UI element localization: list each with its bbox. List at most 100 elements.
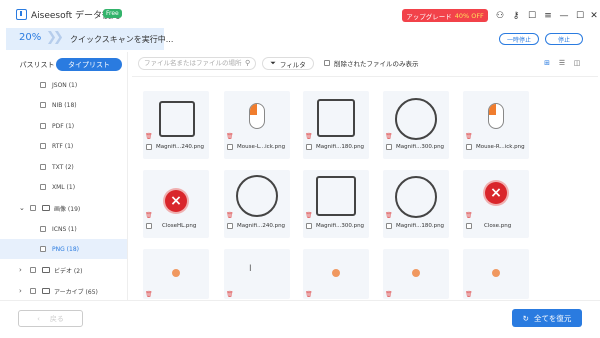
grid-view-icon[interactable]: ⊞	[543, 59, 551, 67]
checkbox[interactable]	[40, 82, 46, 88]
tree-item-xml[interactable]: XML (1)	[0, 177, 127, 197]
checkbox[interactable]	[386, 223, 392, 229]
file-name[interactable]: Magnifi...180.png	[386, 223, 444, 229]
trash-icon: 🗑	[226, 291, 234, 298]
tree-item-label: PDF (1)	[52, 122, 75, 130]
pause-button[interactable]: 一時停止	[499, 33, 539, 45]
tree-item-rtf[interactable]: RTF (1)	[0, 136, 127, 156]
detail-view-icon[interactable]: ◫	[573, 59, 581, 67]
trash-icon: 🗑	[305, 291, 313, 298]
checkbox[interactable]	[227, 223, 233, 229]
file-name[interactable]: Magnifi...180.png	[306, 144, 364, 150]
tree-item-png[interactable]: PNG (18)	[0, 239, 127, 259]
tab-path-list-label: パスリスト	[19, 60, 55, 69]
tab-path-list[interactable]: パスリスト	[14, 58, 60, 71]
close-x-thumbnail-icon: ×	[485, 182, 507, 204]
checkbox[interactable]	[227, 144, 233, 150]
checkbox[interactable]	[30, 205, 36, 211]
chevron-right-icon[interactable]: ›	[19, 266, 22, 274]
checkbox[interactable]	[324, 60, 330, 66]
file-name-text: Magnifi...180.png	[316, 144, 365, 150]
file-name[interactable]: Mouse-R...ick.png	[466, 144, 525, 150]
square-thumbnail-icon	[316, 176, 356, 216]
arrow-left-icon: ‹	[37, 314, 40, 323]
tree-item-label: ビデオ (2)	[54, 267, 83, 275]
video-folder-icon	[42, 267, 50, 273]
checkbox[interactable]	[386, 144, 392, 150]
upgrade-discount: 40% OFF	[454, 11, 484, 20]
deleted-only-toggle[interactable]: 削除されたファイルのみ表示	[324, 58, 419, 68]
checkbox[interactable]	[40, 102, 46, 108]
checkbox[interactable]	[40, 143, 46, 149]
circle-thumbnail-icon	[395, 98, 437, 140]
back-label: 戻る	[49, 314, 64, 323]
search-icon[interactable]: ⚲	[245, 59, 250, 67]
tree-item-json[interactable]: JSON (1)	[0, 75, 127, 95]
tree-item-txt[interactable]: TXT (2)	[0, 157, 127, 177]
trash-icon: 🗑	[465, 291, 473, 298]
file-name[interactable]: Close.png	[466, 223, 511, 229]
tree-item-label: PNG (18)	[52, 245, 79, 253]
checkbox[interactable]	[40, 246, 46, 252]
filter-button[interactable]: ⏷ フィルタ	[262, 57, 314, 70]
scan-percent: 20%	[19, 32, 42, 43]
maximize-icon[interactable]: ☐	[575, 11, 585, 21]
mouse-right-click-thumbnail-icon	[488, 103, 504, 129]
checkbox[interactable]	[40, 164, 46, 170]
trash-icon: 🗑	[385, 291, 393, 298]
tree-item-label: NIB (18)	[52, 101, 77, 109]
trash-icon: 🗑	[305, 133, 313, 140]
tree-item-images[interactable]: ⌄ 画像 (19)	[0, 198, 127, 218]
file-name[interactable]: Magnifi...300.png	[306, 223, 364, 229]
checkbox[interactable]	[466, 144, 472, 150]
tree-item-nib[interactable]: NIB (18)	[0, 95, 127, 115]
trash-icon: 🗑	[305, 212, 313, 219]
chevron-right-icon: ❯	[53, 30, 64, 45]
key-icon[interactable]: ⚷	[511, 11, 521, 21]
file-name[interactable]: Magnifi...240.png	[146, 144, 204, 150]
file-name[interactable]: Magnifi...240.png	[227, 223, 285, 229]
checkbox[interactable]	[30, 267, 36, 273]
back-button[interactable]: ‹ 戻る	[18, 310, 83, 327]
file-name[interactable]: Mouse-L...ick.png	[227, 144, 285, 150]
close-icon[interactable]: ✕	[589, 11, 599, 21]
checkbox[interactable]	[146, 223, 152, 229]
tab-type-list[interactable]: タイプリスト	[56, 58, 122, 71]
file-name-text: Close.png	[484, 223, 512, 229]
checkbox[interactable]	[40, 226, 46, 232]
minimize-icon[interactable]: —	[559, 11, 569, 21]
search-input[interactable]: ファイル名またはファイルの場所	[138, 57, 256, 70]
checkbox[interactable]	[40, 184, 46, 190]
checkbox[interactable]	[30, 288, 36, 294]
menu-icon[interactable]: ≡	[543, 11, 553, 21]
checkbox[interactable]	[306, 223, 312, 229]
tree-item-video[interactable]: › ビデオ (2)	[0, 260, 127, 280]
file-name[interactable]: CloseHL.png	[146, 223, 196, 229]
list-view-icon[interactable]: ☰	[558, 59, 566, 67]
tree-item-archive[interactable]: › アーカイブ (65)	[0, 281, 127, 301]
cart-icon[interactable]: ⚇	[495, 11, 505, 21]
checkbox[interactable]	[466, 223, 472, 229]
tab-type-list-label: タイプリスト	[68, 60, 110, 69]
image-thumbnail-icon	[172, 269, 180, 277]
checkbox[interactable]	[40, 123, 46, 129]
chevron-right-icon[interactable]: ›	[19, 287, 22, 295]
checkbox[interactable]	[146, 144, 152, 150]
chat-icon[interactable]: ☐	[527, 11, 537, 21]
upgrade-button[interactable]: アップグレード 40% OFF	[402, 9, 488, 22]
image-folder-icon	[42, 205, 50, 211]
tree-item-pdf[interactable]: PDF (1)	[0, 116, 127, 136]
upgrade-label: アップグレード	[406, 12, 452, 21]
checkbox[interactable]	[306, 144, 312, 150]
tree-item-label: 画像 (19)	[54, 205, 81, 213]
trash-icon: 🗑	[145, 133, 153, 140]
trash-icon: 🗑	[226, 133, 234, 140]
title-bar: Aiseesoft データ復元 Free アップグレード 40% OFF ⚇ ⚷…	[0, 0, 600, 28]
tree-item-icns[interactable]: ICNS (1)	[0, 219, 127, 239]
recover-all-button[interactable]: ↻ 全てを復元	[512, 309, 582, 327]
tree-item-label: RTF (1)	[52, 142, 74, 150]
file-name[interactable]: Magnifi...300.png	[386, 144, 444, 150]
stop-button[interactable]: 停止	[545, 33, 583, 45]
chevron-down-icon[interactable]: ⌄	[19, 204, 25, 212]
file-name-text: Mouse-L...ick.png	[237, 144, 286, 150]
